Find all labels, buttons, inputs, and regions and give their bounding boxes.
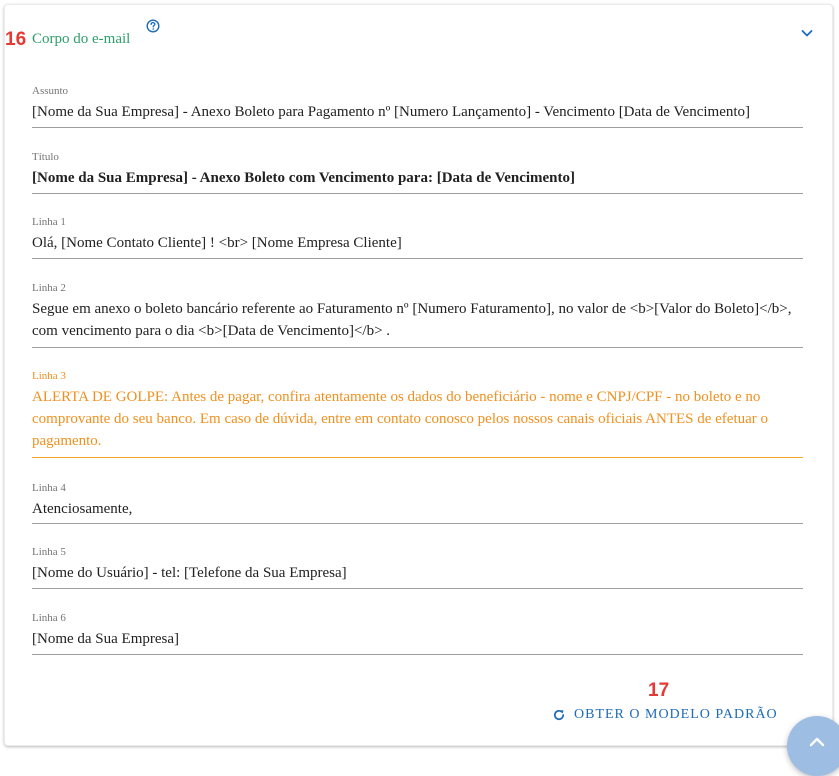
chevron-up-icon	[809, 737, 825, 747]
line-3-field[interactable]: Linha 3 ALERTA DE GOLPE: Antes de pagar,…	[32, 370, 803, 458]
step-annotation-16: 16	[5, 29, 27, 50]
line-4-value[interactable]: Atenciosamente,	[32, 498, 803, 520]
help-circle-icon[interactable]	[146, 19, 160, 33]
line-6-value[interactable]: [Nome da Sua Empresa]	[32, 628, 803, 650]
line-5-value[interactable]: [Nome do Usuário] - tel: [Telefone da Su…	[32, 562, 803, 584]
line-1-field[interactable]: Linha 1 Olá, [Nome Contato Cliente] ! <b…	[32, 216, 803, 259]
line-6-field[interactable]: Linha 6 [Nome da Sua Empresa]	[32, 612, 803, 655]
subject-field[interactable]: Assunto [Nome da Sua Empresa] - Anexo Bo…	[32, 85, 803, 128]
line-5-field[interactable]: Linha 5 [Nome do Usuário] - tel: [Telefo…	[32, 546, 803, 589]
line-2-field[interactable]: Linha 2 Segue em anexo o boleto bancário…	[32, 282, 803, 348]
line-3-label: Linha 3	[32, 370, 66, 382]
line-2-value[interactable]: Segue em anexo o boleto bancário referen…	[32, 298, 803, 342]
reset-button-label: OBTER O MODELO PADRÃO	[574, 707, 778, 722]
title-label: Título	[32, 151, 59, 163]
line-4-label: Linha 4	[32, 482, 66, 494]
subject-value[interactable]: [Nome da Sua Empresa] - Anexo Boleto par…	[32, 101, 803, 123]
line-1-value[interactable]: Olá, [Nome Contato Cliente] ! <br> [Nome…	[32, 232, 803, 254]
title-value[interactable]: [Nome da Sua Empresa] - Anexo Boleto com…	[32, 167, 803, 189]
line-1-label: Linha 1	[32, 216, 66, 228]
line-6-label: Linha 6	[32, 612, 66, 624]
step-annotation-17: 17	[648, 680, 670, 701]
subject-label: Assunto	[32, 85, 69, 97]
scroll-to-top-button[interactable]	[787, 716, 839, 776]
refresh-icon	[552, 708, 566, 722]
title-field[interactable]: Título [Nome da Sua Empresa] - Anexo Bol…	[32, 151, 803, 194]
line-4-field[interactable]: Linha 4 Atenciosamente,	[32, 482, 803, 524]
chevron-down-icon[interactable]	[799, 25, 815, 41]
section-title: Corpo do e-mail	[32, 31, 131, 47]
reset-default-template-button[interactable]: OBTER O MODELO PADRÃO	[552, 703, 778, 727]
line-2-label: Linha 2	[32, 282, 66, 294]
line-5-label: Linha 5	[32, 546, 66, 558]
line-3-value[interactable]: ALERTA DE GOLPE: Antes de pagar, confira…	[32, 386, 803, 452]
